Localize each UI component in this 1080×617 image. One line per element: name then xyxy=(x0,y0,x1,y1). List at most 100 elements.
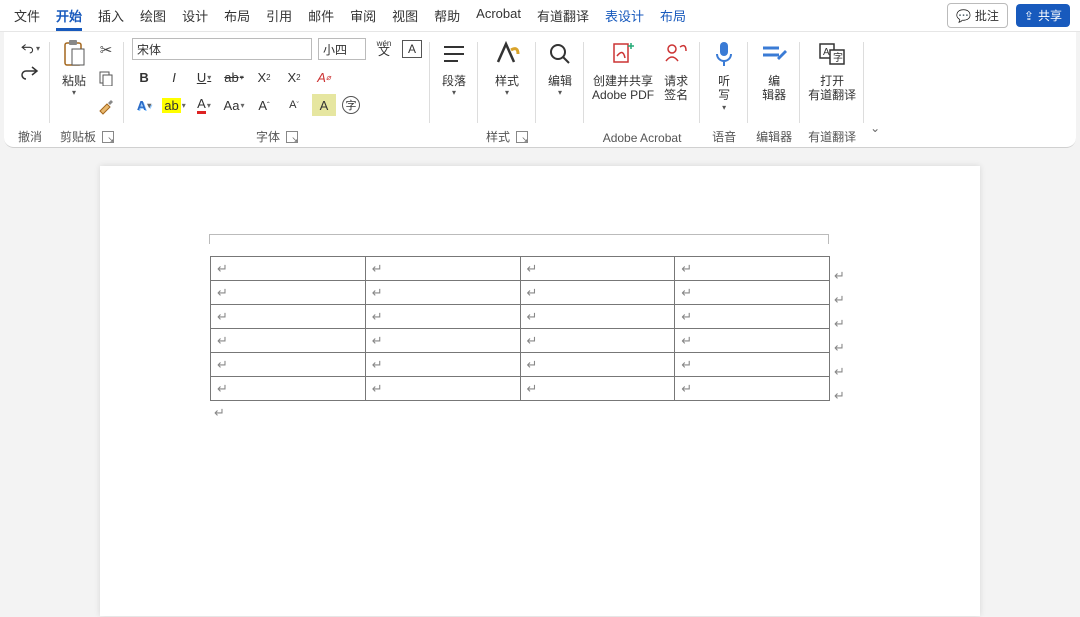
table-cell[interactable]: ↵ xyxy=(675,305,830,329)
collapse-ribbon-button[interactable]: ⌄ xyxy=(870,121,880,135)
acrobat-create-button[interactable]: 创建并共享 Adobe PDF xyxy=(592,38,654,103)
format-painter-button[interactable] xyxy=(96,96,116,116)
group-paragraph: 段落 xyxy=(430,36,478,145)
enclose-char-button[interactable]: 字 xyxy=(342,96,360,114)
translate-button[interactable]: A字 打开 有道翻译 xyxy=(808,38,856,126)
tab-1[interactable]: 开始 xyxy=(56,0,82,31)
tab-10[interactable]: 帮助 xyxy=(434,0,460,31)
subscript-button[interactable]: X2 xyxy=(252,66,276,88)
table-cell[interactable]: ↵ xyxy=(675,329,830,353)
cut-button[interactable]: ✂ xyxy=(96,40,116,60)
table-cell[interactable]: ↵ xyxy=(520,281,675,305)
tab-13[interactable]: 表设计 xyxy=(605,0,644,31)
font-name-select[interactable] xyxy=(132,38,312,60)
document-table[interactable]: ↵↵↵↵↵↵↵↵↵↵↵↵↵↵↵↵↵↵↵↵↵↵↵↵ xyxy=(210,256,830,401)
table-cell[interactable]: ↵ xyxy=(520,329,675,353)
table-row[interactable]: ↵↵↵↵ xyxy=(211,353,830,377)
editor-button[interactable]: 编 辑器 xyxy=(756,38,792,126)
table-cell[interactable]: ↵ xyxy=(365,353,520,377)
table-row[interactable]: ↵↵↵↵ xyxy=(211,281,830,305)
table-cell[interactable]: ↵ xyxy=(675,281,830,305)
styles-button[interactable]: 样式 xyxy=(486,38,528,126)
table-cell[interactable]: ↵ xyxy=(211,377,366,401)
ribbon: 撤消 粘贴 ✂ 剪贴板 xyxy=(4,32,1076,148)
phonetic-guide-button[interactable]: wén 文 xyxy=(372,38,396,60)
copy-button[interactable] xyxy=(96,68,116,88)
table-cell[interactable]: ↵ xyxy=(520,305,675,329)
font-launcher[interactable] xyxy=(286,131,298,143)
table-cell[interactable]: ↵ xyxy=(211,281,366,305)
table-cell[interactable]: ↵ xyxy=(675,377,830,401)
table-row[interactable]: ↵↵↵↵ xyxy=(211,329,830,353)
chevron-down-icon: ⌄ xyxy=(870,121,880,135)
tab-2[interactable]: 插入 xyxy=(98,0,124,31)
tab-11[interactable]: Acrobat xyxy=(476,0,521,31)
share-button[interactable]: ⇪ 共享 xyxy=(1016,4,1070,27)
tab-3[interactable]: 绘图 xyxy=(140,0,166,31)
clear-format-button[interactable]: A⌀ xyxy=(312,66,336,88)
table-cell[interactable]: ↵ xyxy=(365,305,520,329)
highlight-button[interactable]: ab xyxy=(162,94,186,116)
paste-label: 粘贴 xyxy=(62,74,86,98)
change-case-button[interactable]: Aa xyxy=(222,94,246,116)
table-cell[interactable]: ↵ xyxy=(675,353,830,377)
table-cell[interactable]: ↵ xyxy=(211,353,366,377)
comment-button[interactable]: 💬 批注 xyxy=(947,3,1008,28)
table-row[interactable]: ↵↵↵↵ xyxy=(211,257,830,281)
tab-12[interactable]: 有道翻译 xyxy=(537,0,589,31)
svg-text:A: A xyxy=(823,47,830,58)
char-border-button[interactable]: A xyxy=(402,40,422,58)
tab-5[interactable]: 布局 xyxy=(224,0,250,31)
tab-0[interactable]: 文件 xyxy=(14,0,40,31)
table-cell[interactable]: ↵ xyxy=(211,305,366,329)
group-clipboard-label: 剪贴板 xyxy=(60,128,96,145)
table-cell[interactable]: ↵ xyxy=(675,257,830,281)
redo-button[interactable] xyxy=(20,62,40,82)
char-shading-button[interactable]: A xyxy=(312,94,336,116)
italic-button[interactable]: I xyxy=(162,66,186,88)
group-paragraph-spacer xyxy=(438,129,470,145)
table-cell[interactable]: ↵ xyxy=(520,257,675,281)
text-effects-button[interactable]: A xyxy=(132,94,156,116)
group-voice: 听 写 语音 xyxy=(700,36,748,145)
tab-9[interactable]: 视图 xyxy=(392,0,418,31)
editing-button[interactable]: 编辑 xyxy=(544,38,576,129)
styles-launcher[interactable] xyxy=(516,131,528,143)
paragraph-button[interactable]: 段落 xyxy=(438,38,470,129)
superscript-button[interactable]: X2 xyxy=(282,66,306,88)
shrink-font-button[interactable]: Aˇ xyxy=(282,94,306,116)
tab-7[interactable]: 邮件 xyxy=(308,0,334,31)
table-row[interactable]: ↵↵↵↵ xyxy=(211,377,830,401)
translate-icon: A字 xyxy=(816,38,848,70)
grow-font-button[interactable]: Aˆ xyxy=(252,94,276,116)
table-cell[interactable]: ↵ xyxy=(365,281,520,305)
row-end-mark: ↵ xyxy=(834,364,845,380)
bold-button[interactable]: B xyxy=(132,66,156,88)
table-cell[interactable]: ↵ xyxy=(520,353,675,377)
styles-label: 样式 xyxy=(495,74,519,98)
table-row[interactable]: ↵↵↵↵ xyxy=(211,305,830,329)
strike-button[interactable]: ab xyxy=(222,66,246,88)
table-cell[interactable]: ↵ xyxy=(365,257,520,281)
undo-button[interactable] xyxy=(20,38,40,58)
tab-14[interactable]: 布局 xyxy=(660,0,686,31)
group-styles-label: 样式 xyxy=(486,128,510,145)
font-size-select[interactable] xyxy=(318,38,366,60)
table-cell[interactable]: ↵ xyxy=(365,329,520,353)
table-cell[interactable]: ↵ xyxy=(365,377,520,401)
table-cell[interactable]: ↵ xyxy=(211,257,366,281)
group-acrobat: 创建并共享 Adobe PDF 请求 签名 Adobe Acrobat xyxy=(584,36,700,145)
page[interactable]: ↵↵↵↵↵↵↵↵↵↵↵↵↵↵↵↵↵↵↵↵↵↵↵↵ ↵↵↵↵↵↵ ↵ xyxy=(100,166,980,616)
clipboard-launcher[interactable] xyxy=(102,131,114,143)
table-cell[interactable]: ↵ xyxy=(520,377,675,401)
acrobat-sign-button[interactable]: 请求 签名 xyxy=(660,38,692,103)
tab-8[interactable]: 审阅 xyxy=(350,0,376,31)
table-cell[interactable]: ↵ xyxy=(211,329,366,353)
group-translate: A字 打开 有道翻译 有道翻译 xyxy=(800,36,864,145)
underline-button[interactable]: U xyxy=(192,66,216,88)
font-color-button[interactable]: A xyxy=(192,94,216,116)
tab-4[interactable]: 设计 xyxy=(182,0,208,31)
paste-button[interactable]: 粘贴 xyxy=(58,38,90,98)
dictate-button[interactable]: 听 写 xyxy=(708,38,740,126)
tab-6[interactable]: 引用 xyxy=(266,0,292,31)
